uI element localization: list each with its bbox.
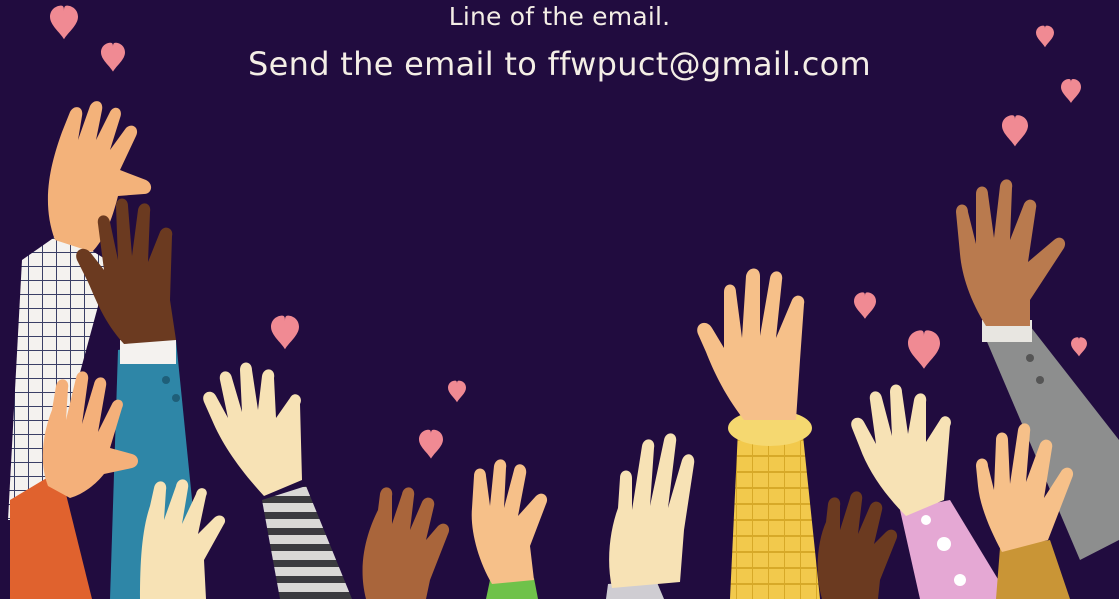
- heart-icon: [854, 292, 876, 319]
- hand-brown-middle: [362, 487, 450, 599]
- heart-icon: [448, 380, 466, 403]
- poster: Line of the email. Send the email to ffw…: [0, 0, 1119, 599]
- heart-icon: [1071, 337, 1087, 357]
- hand-gray-sleeve: [606, 433, 695, 599]
- hand-yellow-sleeve: [697, 268, 820, 599]
- hand-striped-sleeve: [203, 362, 352, 599]
- email-subject-instruction: Line of the email.: [448, 2, 671, 31]
- hand-green-sleeve: [471, 459, 548, 599]
- heart-icon: [419, 429, 443, 459]
- hand-pale: [140, 479, 226, 599]
- heart-icon: [271, 315, 299, 350]
- raised-hands-illustration: [8, 5, 1119, 599]
- heart-icon: [908, 330, 940, 369]
- heart-icon: [1002, 115, 1028, 147]
- hand-dark-low: [817, 491, 898, 599]
- email-address-instruction: Send the email to ffwpuct@gmail.com: [248, 45, 871, 83]
